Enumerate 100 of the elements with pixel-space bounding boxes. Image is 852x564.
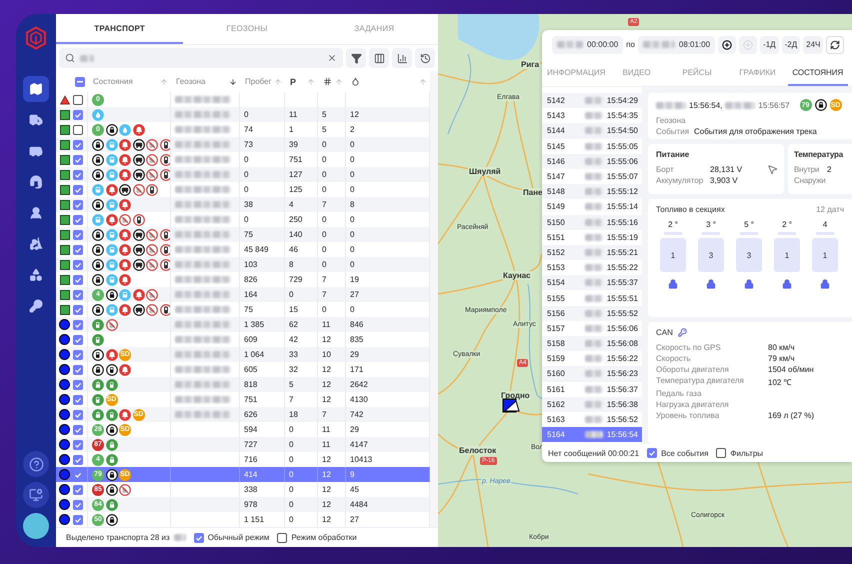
select-all-checkbox[interactable]	[75, 76, 85, 86]
add-button[interactable]	[718, 36, 736, 54]
drop-icon[interactable]	[351, 77, 360, 86]
table-row[interactable]: 818 5 12 2642	[56, 377, 430, 392]
lock-icon	[92, 244, 104, 256]
table-cell: 727	[244, 440, 258, 449]
table-cell: 2	[350, 125, 354, 134]
checkbox[interactable]	[73, 140, 83, 150]
monitor-button[interactable]	[23, 482, 49, 508]
checkbox[interactable]	[73, 184, 83, 194]
bus-icon	[92, 184, 104, 196]
table-row[interactable]: 0 11 5 12	[56, 107, 430, 122]
table-row[interactable]: 609 42 12 835	[56, 332, 430, 347]
history-button[interactable]	[415, 48, 435, 68]
checkbox[interactable]	[73, 380, 83, 390]
table-row[interactable]: 103 8 0 0	[56, 257, 430, 272]
shapes-icon	[29, 268, 43, 282]
checkbox[interactable]	[73, 410, 83, 420]
lock-icon	[92, 154, 104, 166]
table-row[interactable]: 73 39 0 0	[56, 137, 430, 152]
event-number: 5155	[546, 294, 566, 303]
checkbox[interactable]	[73, 424, 83, 434]
columns-button[interactable]	[369, 48, 389, 68]
event-row[interactable]: 5148 15:55:12	[542, 184, 642, 200]
event-row[interactable]: 5162 15:56:38	[542, 396, 642, 412]
bell-icon	[119, 168, 131, 180]
chart-button[interactable]	[392, 48, 412, 68]
scrollbar[interactable]	[430, 71, 438, 527]
checkbox[interactable]	[73, 364, 83, 374]
date-field[interactable]: 00:00:00	[552, 36, 624, 54]
table-row[interactable]: 38 4 7 8	[56, 197, 430, 212]
fuel-icon	[106, 378, 118, 390]
checkbox[interactable]	[73, 350, 83, 360]
checkbox[interactable]	[73, 214, 83, 224]
close-icon[interactable]	[327, 53, 337, 63]
checkbox-label[interactable]: Режим обработки	[291, 533, 357, 542]
sort-arrow-icon[interactable]	[229, 78, 237, 86]
column-header[interactable]: Пробег	[245, 77, 272, 86]
table-row[interactable]: 1 385 62 11 846	[56, 317, 430, 332]
checkbox[interactable]	[73, 454, 83, 464]
no-signal-icon	[132, 184, 144, 196]
event-row[interactable]: 5160 15:56:23	[542, 366, 642, 382]
search-field[interactable]	[59, 48, 343, 68]
checkbox[interactable]	[73, 170, 83, 180]
vehicle-marker-icon[interactable]	[502, 398, 520, 414]
table-row[interactable]: 605 32 12 171	[56, 362, 430, 377]
refresh-button[interactable]	[826, 36, 844, 54]
checkbox[interactable]	[73, 304, 83, 314]
event-row[interactable]: 5144 15:54:50	[542, 123, 642, 139]
event-time: 15:56:22	[606, 354, 638, 364]
checkbox[interactable]	[73, 94, 83, 104]
checkbox[interactable]	[73, 200, 83, 210]
sidebar-item[interactable]	[23, 76, 49, 102]
checkbox[interactable]	[73, 484, 83, 494]
checkbox[interactable]	[73, 290, 83, 300]
table-cell: 32	[289, 365, 298, 374]
checkbox[interactable]	[73, 500, 83, 510]
checkbox[interactable]	[73, 274, 83, 284]
checkbox-label[interactable]: Обычный режим	[208, 533, 270, 542]
event-row[interactable]: 5146 15:55:06	[542, 154, 642, 169]
table-row[interactable]: 0 127 0 0	[56, 167, 430, 182]
event-row[interactable]: 5154 15:55:37	[542, 275, 642, 290]
checkbox[interactable]	[277, 532, 288, 542]
tab[interactable]: ТРАНСПОРТ	[56, 14, 184, 44]
checkbox[interactable]	[716, 448, 726, 458]
column-header[interactable]: Р	[290, 76, 296, 86]
period-button[interactable]: -1Д	[760, 36, 779, 54]
filter-button[interactable]	[346, 48, 366, 68]
checkbox[interactable]	[73, 440, 83, 450]
checkbox[interactable]	[73, 110, 83, 120]
event-row[interactable]: 5158 15:56:08	[542, 336, 642, 352]
checkbox[interactable]	[73, 124, 83, 134]
checkbox[interactable]	[194, 532, 204, 542]
checkbox-label[interactable]: Все события	[661, 448, 708, 458]
checkbox[interactable]	[73, 154, 83, 164]
event-row[interactable]: 5142 15:54:29	[542, 93, 642, 108]
table-row[interactable]: 75 140 0 0	[56, 227, 430, 242]
checkbox[interactable]	[73, 320, 83, 330]
column-header[interactable]: Геозона	[176, 77, 206, 86]
checkbox-label[interactable]: Фильтры	[730, 448, 764, 458]
checkbox[interactable]	[73, 260, 83, 270]
checkbox[interactable]	[647, 448, 658, 458]
checkbox[interactable]	[73, 244, 83, 254]
event-row[interactable]: 5156 15:55:52	[542, 306, 642, 321]
period-button[interactable]: 24Ч	[803, 36, 824, 54]
event-row[interactable]: 5150 15:55:16	[542, 214, 642, 230]
checkbox[interactable]	[73, 394, 83, 404]
grid-icon[interactable]	[323, 77, 332, 86]
columns-icon	[374, 52, 384, 64]
checkbox[interactable]	[73, 230, 83, 240]
column-header[interactable]: Состояния	[93, 77, 133, 86]
help-button[interactable]	[23, 451, 49, 477]
blurred-text	[557, 41, 583, 48]
event-row[interactable]: 5152 15:55:21	[542, 244, 642, 260]
checkbox[interactable]	[73, 514, 83, 524]
date-field[interactable]: 08:01:00	[638, 36, 716, 54]
user-avatar[interactable]	[23, 513, 49, 539]
period-button[interactable]: -2Д	[782, 36, 800, 54]
checkbox[interactable]	[73, 334, 83, 344]
event-row[interactable]: 5164 15:56:54	[542, 427, 642, 442]
